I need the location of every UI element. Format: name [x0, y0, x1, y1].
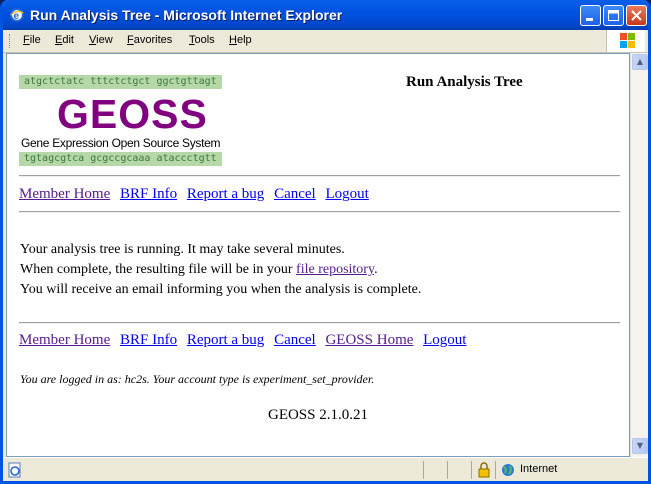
- link-member-home[interactable]: Member Home: [19, 332, 110, 348]
- link-brf-info[interactable]: BRF Info: [120, 332, 177, 348]
- link-report-bug[interactable]: Report a bug: [187, 186, 264, 202]
- menu-tools[interactable]: Tools: [189, 34, 215, 46]
- divider: [19, 175, 620, 177]
- link-cancel[interactable]: Cancel: [274, 332, 316, 348]
- message-line-1: Your analysis tree is running. It may ta…: [20, 242, 345, 257]
- windows-flag-icon: [620, 33, 635, 48]
- message-line-3: You will receive an email informing you …: [20, 282, 422, 297]
- status-cell: [471, 461, 496, 479]
- link-brf-info[interactable]: BRF Info: [120, 186, 177, 202]
- globe-icon: [502, 464, 514, 476]
- toolbar-grip[interactable]: [9, 34, 13, 48]
- message-line-2: When complete, the resulting file will b…: [20, 260, 421, 280]
- page-content: atgctctatc tttctctgct ggctgttagt GEOSS G…: [6, 53, 630, 457]
- zone-cell: Internet: [495, 461, 636, 479]
- menu-edit[interactable]: Edit: [55, 34, 74, 46]
- status-bar: Internet: [3, 457, 648, 481]
- menu-bar: File Edit View Favorites Tools Help: [3, 30, 648, 53]
- maximize-button[interactable]: [603, 5, 624, 26]
- page-icon: [8, 462, 21, 478]
- menu-favorites[interactable]: Favorites: [127, 34, 172, 46]
- divider: [19, 322, 620, 324]
- dna-sequence-bottom: tgtagcgtca gcgccgcaaa ataccctgtt: [19, 152, 222, 166]
- maximize-icon: [608, 10, 619, 21]
- menu-view[interactable]: View: [89, 34, 113, 46]
- nav-links-bottom: Member Home BRF Info Report a bug Cancel…: [19, 332, 472, 349]
- svg-text:e: e: [14, 11, 20, 22]
- link-logout[interactable]: Logout: [325, 186, 368, 202]
- logo-subtitle: Gene Expression Open Source System: [21, 136, 221, 150]
- link-cancel[interactable]: Cancel: [274, 186, 316, 202]
- scroll-up-icon[interactable]: ▲: [632, 54, 648, 70]
- dna-sequence-top: atgctctatc tttctctgct ggctgttagt: [19, 75, 222, 89]
- link-geoss-home[interactable]: GEOSS Home: [325, 332, 413, 348]
- menu-file[interactable]: File: [23, 34, 41, 46]
- close-icon: [631, 10, 642, 21]
- version-label: GEOSS 2.1.0.21: [267, 407, 368, 423]
- nav-links-top: Member Home BRF Info Report a bug Cancel…: [19, 186, 375, 203]
- title-bar[interactable]: e Run Analysis Tree - Microsoft Internet…: [3, 0, 648, 30]
- close-button[interactable]: [626, 5, 647, 26]
- ie-icon: e: [10, 8, 24, 22]
- menu-help[interactable]: Help: [229, 34, 252, 46]
- windows-logo: [606, 30, 645, 52]
- divider: [19, 211, 620, 213]
- window-title: Run Analysis Tree - Microsoft Internet E…: [30, 7, 343, 23]
- vertical-scrollbar[interactable]: ▲ ▼: [630, 53, 648, 457]
- page-title: Run Analysis Tree: [406, 74, 523, 90]
- minimize-button[interactable]: [580, 5, 601, 26]
- message-text: .: [374, 262, 378, 277]
- minimize-icon: [586, 18, 593, 21]
- lock-icon: [478, 462, 490, 478]
- status-cell: [447, 461, 468, 479]
- zone-label: Internet: [520, 463, 558, 475]
- geoss-logo: GEOSS: [57, 91, 208, 137]
- scroll-down-icon[interactable]: ▼: [632, 438, 648, 454]
- status-cell: [423, 461, 444, 479]
- link-member-home[interactable]: Member Home: [19, 186, 110, 202]
- login-info: You are logged in as: hc2s. Your account…: [20, 372, 375, 386]
- link-report-bug[interactable]: Report a bug: [187, 332, 264, 348]
- browser-window: e Run Analysis Tree - Microsoft Internet…: [0, 0, 651, 484]
- message-text: When complete, the resulting file will b…: [20, 262, 297, 277]
- link-logout[interactable]: Logout: [423, 332, 466, 348]
- link-file-repository[interactable]: file repository: [296, 262, 374, 277]
- status-message: Your analysis tree is running. It may ta…: [20, 240, 421, 300]
